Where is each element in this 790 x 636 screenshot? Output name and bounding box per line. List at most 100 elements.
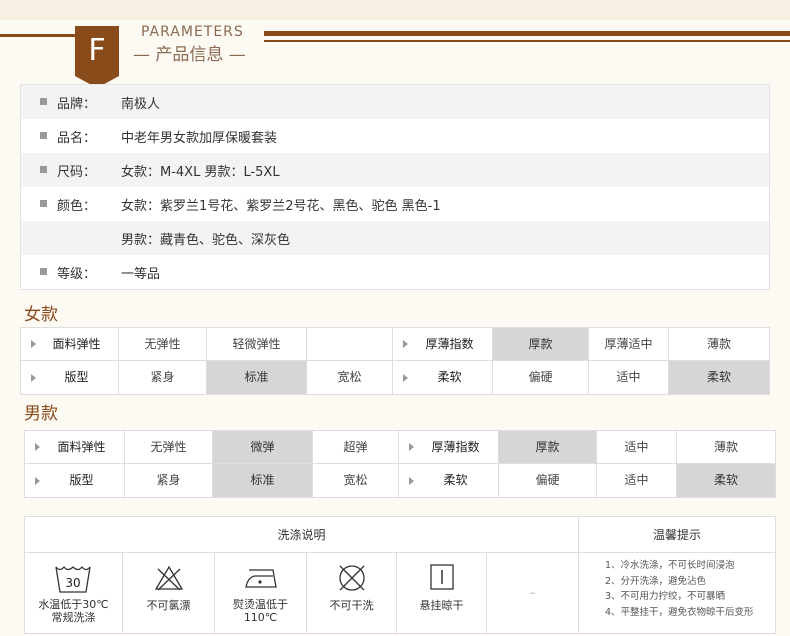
- care-table: 洗涤说明 温馨提示 30 水温低于30℃ 常规洗涤 不可氯漂 熨烫温低于 110…: [24, 516, 776, 634]
- attribute-label-text: 版型: [69, 473, 94, 487]
- tip-item: 3、不可用力拧绞，不可暴晒: [605, 591, 726, 602]
- care-item-line-dry: 悬挂晾干: [397, 553, 487, 633]
- info-value: 一等品: [121, 267, 161, 282]
- care-caption: 熨烫温低于 110℃: [233, 598, 288, 624]
- triangle-icon: [409, 443, 414, 451]
- care-caption: 不可氯漂: [146, 599, 191, 612]
- tips-list: 1、冷水洗涤，不可长时间浸泡 2、分开洗涤，避免沾色 3、不可用力拧绞，不可暴晒…: [579, 553, 775, 633]
- attribute-option: 偏硬: [499, 464, 597, 497]
- attribute-option: 标准: [207, 361, 307, 394]
- attribute-label: 面料弹性: [25, 431, 125, 464]
- attribute-label-text: 柔软: [443, 473, 468, 487]
- info-row-color: 颜色： 女款：紫罗兰1号花、紫罗兰2号花、黑色、驼色 黑色-1: [21, 187, 769, 221]
- care-item-empty: –: [487, 553, 579, 633]
- info-value: 女款：紫罗兰1号花、紫罗兰2号花、黑色、驼色 黑色-1: [121, 199, 441, 214]
- wash-temp-label: 30: [65, 576, 80, 590]
- info-row-size: 尺码： 女款：M-4XL 男款：L-5XL: [21, 153, 769, 187]
- top-banner-strip: [0, 0, 790, 20]
- attribute-option: 厚薄适中: [589, 328, 669, 361]
- attribute-option: 无弹性: [125, 431, 213, 464]
- attribute-option: 适中: [589, 361, 669, 394]
- triangle-icon: [31, 373, 36, 382]
- info-label: 等级：: [57, 267, 97, 282]
- header-badge: F: [75, 26, 119, 88]
- product-info-table: 品牌： 南极人 品名： 中老年男女款加厚保暖套装 尺码： 女款：M-4XL 男款…: [20, 84, 770, 290]
- attribute-option: 超弹: [313, 431, 399, 464]
- care-item-no-bleach: 不可氯漂: [123, 553, 215, 633]
- triangle-icon: [35, 476, 40, 485]
- men-section-title: 男款: [24, 404, 58, 424]
- info-row-grade: 等级： 一等品: [21, 255, 769, 289]
- care-caption: –: [529, 586, 536, 599]
- attribute-label: 版型: [25, 464, 125, 497]
- attribute-option: 薄款: [677, 431, 775, 464]
- section-header: F PARAMETERS — 产品信息 —: [0, 20, 790, 88]
- tip-item: 2、分开洗涤，避免沾色: [605, 575, 707, 587]
- attribute-option: 无弹性: [119, 328, 207, 361]
- info-value: 南极人: [121, 97, 161, 112]
- tips-title: 温馨提示: [579, 517, 775, 553]
- info-label: 颜色：: [57, 199, 97, 214]
- attribute-option: 适中: [597, 431, 677, 464]
- bullet-icon: [40, 98, 47, 105]
- women-section-title: 女款: [24, 305, 58, 325]
- attribute-label: 柔软: [399, 464, 499, 497]
- attribute-label: 柔软: [393, 361, 493, 394]
- header-rule-left: [0, 34, 76, 37]
- tip-item: 1、冷水洗涤，不可长时间浸泡: [605, 560, 735, 571]
- header-rule-right-top: [264, 31, 790, 36]
- women-attribute-grid: 面料弹性 无弹性 轻微弹性 厚薄指数 厚款 厚薄适中 薄款 版型 紧身 标准 宽松 柔软 偏硬 适中 柔软: [20, 327, 770, 395]
- attribute-label: 版型: [21, 361, 119, 394]
- men-attribute-grid: 面料弹性 无弹性 微弹 超弹 厚薄指数 厚款 适中 薄款 版型 紧身 标准 宽松 柔软 偏硬 适中 柔软: [24, 430, 776, 498]
- header-title-cn: — 产品信息 —: [133, 45, 246, 65]
- header-rule-right-bottom: [264, 40, 790, 42]
- care-caption: 悬挂晾干: [419, 599, 464, 612]
- bullet-icon: [40, 200, 47, 207]
- attribute-label: 面料弹性: [21, 328, 119, 361]
- attribute-option: 宽松: [307, 361, 393, 394]
- info-value: 男款：藏青色、驼色、深灰色: [121, 233, 291, 248]
- care-caption: 不可干洗: [329, 599, 374, 612]
- attribute-option: 柔软: [677, 464, 775, 497]
- triangle-icon: [409, 476, 414, 485]
- triangle-icon: [31, 340, 36, 348]
- info-row-brand: 品牌： 南极人: [21, 85, 769, 119]
- attribute-label-text: 厚薄指数: [431, 440, 480, 454]
- info-row-color-men: 男款：藏青色、驼色、深灰色: [21, 221, 769, 255]
- attribute-option: 微弹: [213, 431, 313, 464]
- badge-letter: F: [88, 33, 106, 68]
- attribute-label-text: 面料弹性: [57, 440, 106, 454]
- line-dry-icon: [430, 564, 454, 590]
- attribute-option: 宽松: [313, 464, 399, 497]
- attribute-option: 紧身: [125, 464, 213, 497]
- attribute-option: 紧身: [119, 361, 207, 394]
- attribute-option: 标准: [213, 464, 313, 497]
- attribute-option: 轻微弹性: [207, 328, 307, 361]
- attribute-option: 厚款: [499, 431, 597, 464]
- no-bleach-icon: [154, 565, 184, 591]
- wash-30-icon: 30: [55, 565, 91, 593]
- bullet-icon: [40, 166, 47, 173]
- attribute-option: 偏硬: [493, 361, 589, 394]
- info-row-name: 品名： 中老年男女款加厚保暖套装: [21, 119, 769, 153]
- care-caption: 水温低于30℃ 常规洗涤: [38, 598, 109, 624]
- info-label: 品牌：: [57, 97, 97, 112]
- attribute-label: 厚薄指数: [393, 328, 493, 361]
- care-item-no-dry-clean: 不可干洗: [307, 553, 397, 633]
- attribute-label-text: 柔软: [437, 370, 462, 384]
- triangle-icon: [403, 373, 408, 382]
- info-value: 中老年男女款加厚保暖套装: [121, 131, 278, 146]
- attribute-option: 厚款: [493, 328, 589, 361]
- attribute-label-text: 面料弹性: [52, 337, 101, 351]
- bullet-icon: [40, 132, 47, 139]
- care-item-wash: 30 水温低于30℃ 常规洗涤: [25, 553, 123, 633]
- attribute-option: 柔软: [669, 361, 769, 394]
- care-item-iron: 熨烫温低于 110℃: [215, 553, 307, 633]
- attribute-option: [307, 328, 393, 361]
- bullet-icon: [40, 268, 47, 275]
- attribute-label: 厚薄指数: [399, 431, 499, 464]
- info-label: 尺码：: [57, 165, 97, 180]
- attribute-label-text: 厚薄指数: [425, 337, 474, 351]
- no-dry-clean-icon: [339, 565, 365, 591]
- attribute-option: 薄款: [669, 328, 769, 361]
